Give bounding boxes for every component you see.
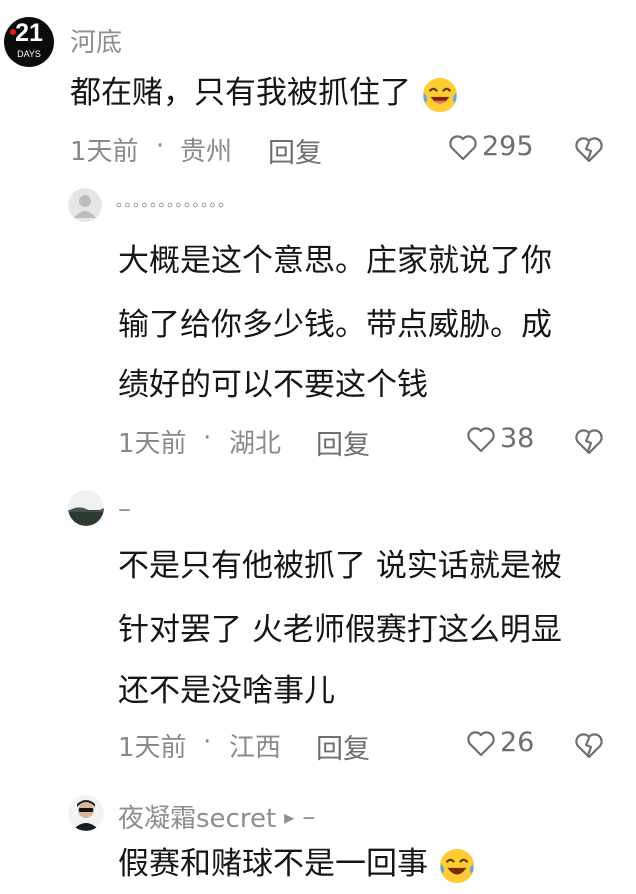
landscape-avatar-icon[interactable]	[68, 490, 104, 526]
comment-2-username[interactable]: 。。。。。。。。。。。。。	[116, 190, 234, 211]
comment-3-like-button[interactable]: 26	[466, 727, 534, 758]
avatar-days-label: DAYS	[17, 49, 41, 59]
comment-1-like-button[interactable]: 295	[448, 131, 534, 162]
comment-3-reply-button[interactable]: 回复	[316, 727, 370, 766]
user-avatar-icon[interactable]	[68, 795, 104, 831]
comment-1-text: 都在赌，只有我被抓住了	[70, 64, 459, 123]
comment-2-line-1: 大概是这个意思。庄家就说了你	[118, 243, 552, 279]
comment-3-username[interactable]: –	[118, 494, 131, 524]
comment-3-time: 1天前	[118, 733, 187, 763]
comment-1-like-count: 295	[482, 131, 534, 162]
comment-4-text-content: 假赛和赌球不是一回事	[118, 846, 428, 882]
avatar-red-mark	[10, 29, 16, 35]
comment-3-line-2: 针对罢了 火老师假赛打这么明显	[118, 612, 562, 648]
comment-3-line-1: 不是只有他被抓了 说实话就是被	[118, 548, 562, 584]
avatar-21-days[interactable]: 21 DAYS	[4, 17, 54, 67]
heart-icon	[467, 426, 495, 452]
comment-4-header: 夜凝霜secret ▸ –	[118, 798, 315, 835]
laughing-crying-emoji-icon	[422, 77, 457, 112]
comment-2-line-2: 输了给你多少钱。带点威胁。成	[118, 307, 552, 343]
comment-2-like-button[interactable]: 38	[466, 423, 534, 454]
comment-4-text: 假赛和赌球不是一回事	[118, 835, 476, 894]
laughing-crying-emoji-icon	[439, 848, 474, 883]
comment-2-reply-button[interactable]: 回复	[316, 423, 370, 462]
comment-3-line-3: 还不是没啥事儿	[118, 673, 335, 709]
heart-icon	[449, 134, 477, 160]
comment-2-line-3: 绩好的可以不要这个钱	[118, 367, 428, 403]
comment-1-username[interactable]: 河底	[70, 22, 122, 59]
comment-4-reply-target[interactable]: –	[302, 802, 315, 832]
default-user-avatar-icon[interactable]	[68, 188, 102, 222]
dislike-icon[interactable]	[574, 427, 604, 455]
comment-1-location: 贵州	[180, 137, 233, 167]
reply-arrow-icon: ▸	[284, 804, 295, 829]
comment-2-time: 1天前	[118, 429, 187, 459]
comment-3-like-count: 26	[500, 727, 535, 758]
comment-3-separator: ·	[203, 727, 212, 757]
comment-3-location: 江西	[229, 733, 282, 763]
comment-1-separator: ·	[156, 131, 165, 161]
comment-1-text-content: 都在赌，只有我被抓住了	[70, 75, 411, 111]
comment-4-username[interactable]: 夜凝霜secret	[118, 798, 276, 835]
dislike-icon[interactable]	[574, 731, 604, 759]
comment-1-reply-button[interactable]: 回复	[268, 131, 322, 170]
comment-2-separator: ·	[203, 423, 212, 453]
heart-icon	[467, 730, 495, 756]
dislike-icon[interactable]	[574, 135, 604, 163]
comment-1-time: 1天前	[70, 137, 139, 167]
comment-2-like-count: 38	[500, 423, 535, 454]
comment-2-location: 湖北	[229, 429, 282, 459]
